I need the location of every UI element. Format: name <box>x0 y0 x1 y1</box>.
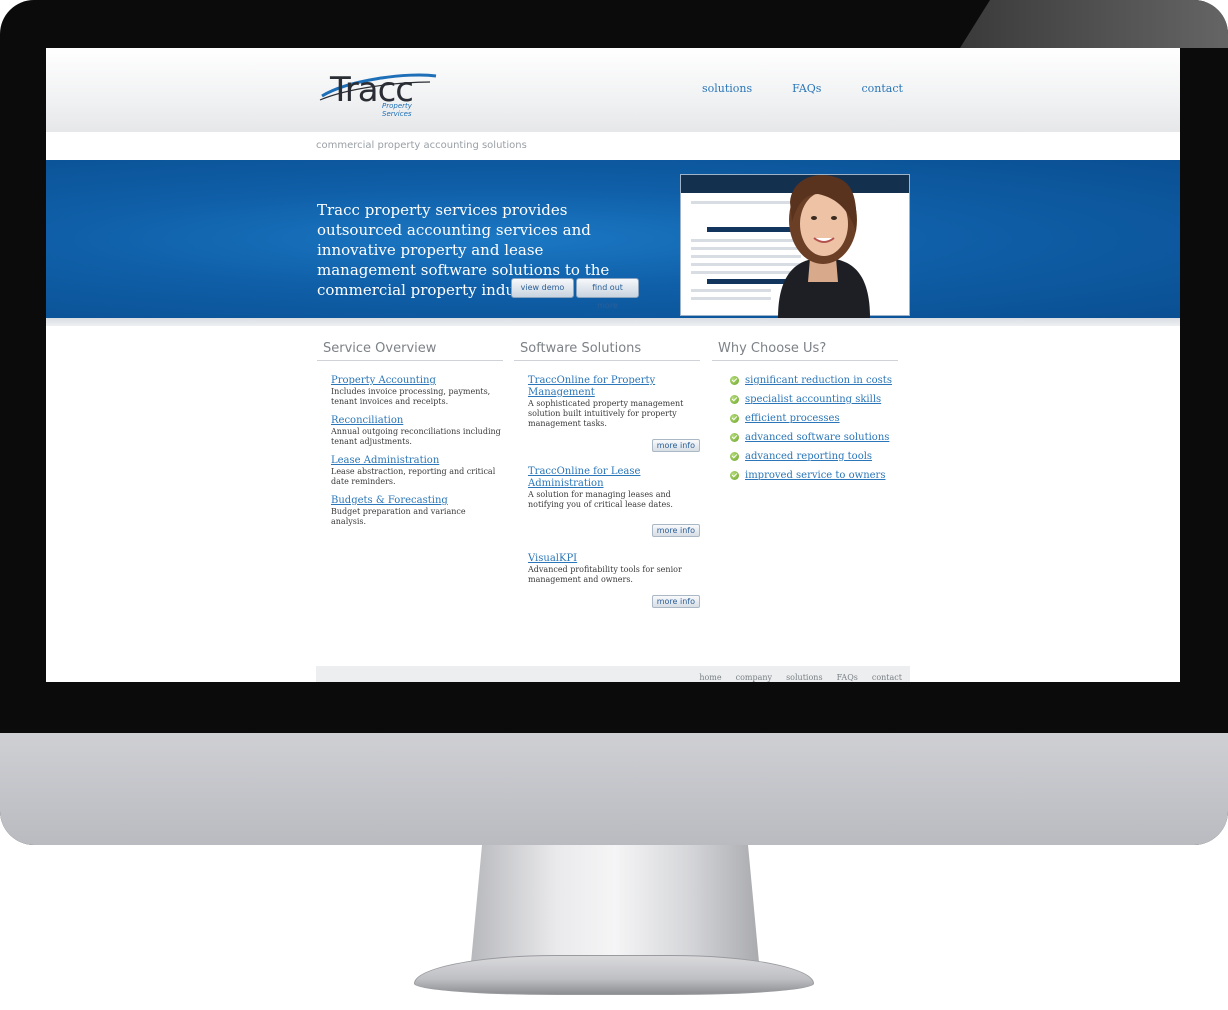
bezel-glare <box>960 0 1228 48</box>
nav-contact[interactable]: contact <box>861 82 902 95</box>
service-overview-column: Service Overview Property Accounting Inc… <box>317 341 503 535</box>
tagline: commercial property accounting solutions <box>316 140 527 151</box>
service-link-property-accounting[interactable]: Property Accounting <box>331 375 503 387</box>
browser-screen: Tracc Property Services solutions FAQs c… <box>46 48 1180 682</box>
nav-faqs[interactable]: FAQs <box>792 82 821 95</box>
service-link-budgets-forecasting[interactable]: Budgets & Forecasting <box>331 495 503 507</box>
why-list-item: significant reduction in costs <box>730 375 898 386</box>
footer-nav: home company solutions FAQs contact <box>699 673 902 682</box>
check-icon <box>730 433 739 442</box>
top-nav: solutions FAQs contact <box>702 82 903 95</box>
more-info-button[interactable]: more info <box>651 439 700 452</box>
footer-link-faqs[interactable]: FAQs <box>837 673 858 682</box>
software-solutions-heading: Software Solutions <box>514 341 700 361</box>
service-item: Reconciliation Annual outgoing reconcili… <box>317 415 503 447</box>
site-header: Tracc Property Services solutions FAQs c… <box>46 48 1180 132</box>
why-link[interactable]: improved service to owners <box>745 470 885 481</box>
more-info-button[interactable]: more info <box>651 595 700 608</box>
why-list-item: specialist accounting skills <box>730 394 898 405</box>
service-description: Includes invoice processing, payments, t… <box>331 387 491 406</box>
content-separator <box>46 318 1180 326</box>
nav-solutions[interactable]: solutions <box>702 82 752 95</box>
software-link-visualkpi[interactable]: VisualKPI <box>528 553 700 565</box>
logo-subtitle: Property Services <box>382 102 412 118</box>
software-description: Advanced profitability tools for senior … <box>528 565 682 584</box>
why-choose-us-column: Why Choose Us? significant reduction in … <box>712 341 898 489</box>
service-item: Property Accounting Includes invoice pro… <box>317 375 503 407</box>
why-list: significant reduction in costs specialis… <box>712 375 898 481</box>
check-icon <box>730 376 739 385</box>
why-list-item: advanced reporting tools <box>730 451 898 462</box>
woman-photo <box>778 175 870 318</box>
check-icon <box>730 395 739 404</box>
software-description: A solution for managing leases and notif… <box>528 490 673 509</box>
check-icon <box>730 471 739 480</box>
tracc-logo[interactable]: Tracc Property Services <box>318 66 442 118</box>
site-footer: home company solutions FAQs contact <box>316 666 910 682</box>
monitor-chin <box>0 733 1228 845</box>
more-info-button[interactable]: more info <box>651 524 700 537</box>
monitor-frame: Tracc Property Services solutions FAQs c… <box>0 0 1228 1010</box>
why-link[interactable]: specialist accounting skills <box>745 394 881 405</box>
monitor-stand-foot <box>414 955 814 995</box>
software-description: A sophisticated property management solu… <box>528 399 684 428</box>
why-link[interactable]: efficient processes <box>745 413 840 424</box>
footer-link-home[interactable]: home <box>699 673 721 682</box>
service-description: Budget preparation and variance analysis… <box>331 507 466 526</box>
software-solutions-column: Software Solutions TraccOnline for Prope… <box>514 341 700 614</box>
why-list-item: advanced software solutions <box>730 432 898 443</box>
software-link-tracconline-property[interactable]: TraccOnline for Property Management <box>528 375 700 399</box>
find-out-more-button[interactable]: find out more <box>576 278 639 310</box>
why-list-item: improved service to owners <box>730 470 898 481</box>
service-item: Lease Administration Lease abstraction, … <box>317 455 503 487</box>
monitor-stand-neck <box>470 845 760 973</box>
software-link-tracconline-lease[interactable]: TraccOnline for Lease Administration <box>528 466 700 490</box>
why-link[interactable]: advanced software solutions <box>745 432 889 443</box>
service-overview-heading: Service Overview <box>317 341 503 361</box>
service-item: Budgets & Forecasting Budget preparation… <box>317 495 503 527</box>
check-icon <box>730 452 739 461</box>
software-item: TraccOnline for Property Management A so… <box>514 375 700 458</box>
why-choose-us-heading: Why Choose Us? <box>712 341 898 361</box>
footer-link-solutions[interactable]: solutions <box>786 673 822 682</box>
why-link[interactable]: significant reduction in costs <box>745 375 892 386</box>
software-item: TraccOnline for Lease Administration A s… <box>514 466 700 543</box>
footer-link-contact[interactable]: contact <box>872 673 902 682</box>
footer-link-company[interactable]: company <box>736 673 772 682</box>
software-item: VisualKPI Advanced profitability tools f… <box>514 553 700 614</box>
service-description: Lease abstraction, reporting and critica… <box>331 467 496 486</box>
tagline-strip: commercial property accounting solutions <box>46 132 1180 160</box>
view-demo-button[interactable]: view demo <box>511 278 574 298</box>
why-list-item: efficient processes <box>730 413 898 424</box>
hero-banner: Tracc property services provides outsour… <box>46 160 1180 318</box>
why-link[interactable]: advanced reporting tools <box>745 451 872 462</box>
service-link-reconciliation[interactable]: Reconciliation <box>331 415 503 427</box>
service-description: Annual outgoing reconciliations includin… <box>331 427 501 446</box>
service-link-lease-administration[interactable]: Lease Administration <box>331 455 503 467</box>
check-icon <box>730 414 739 423</box>
